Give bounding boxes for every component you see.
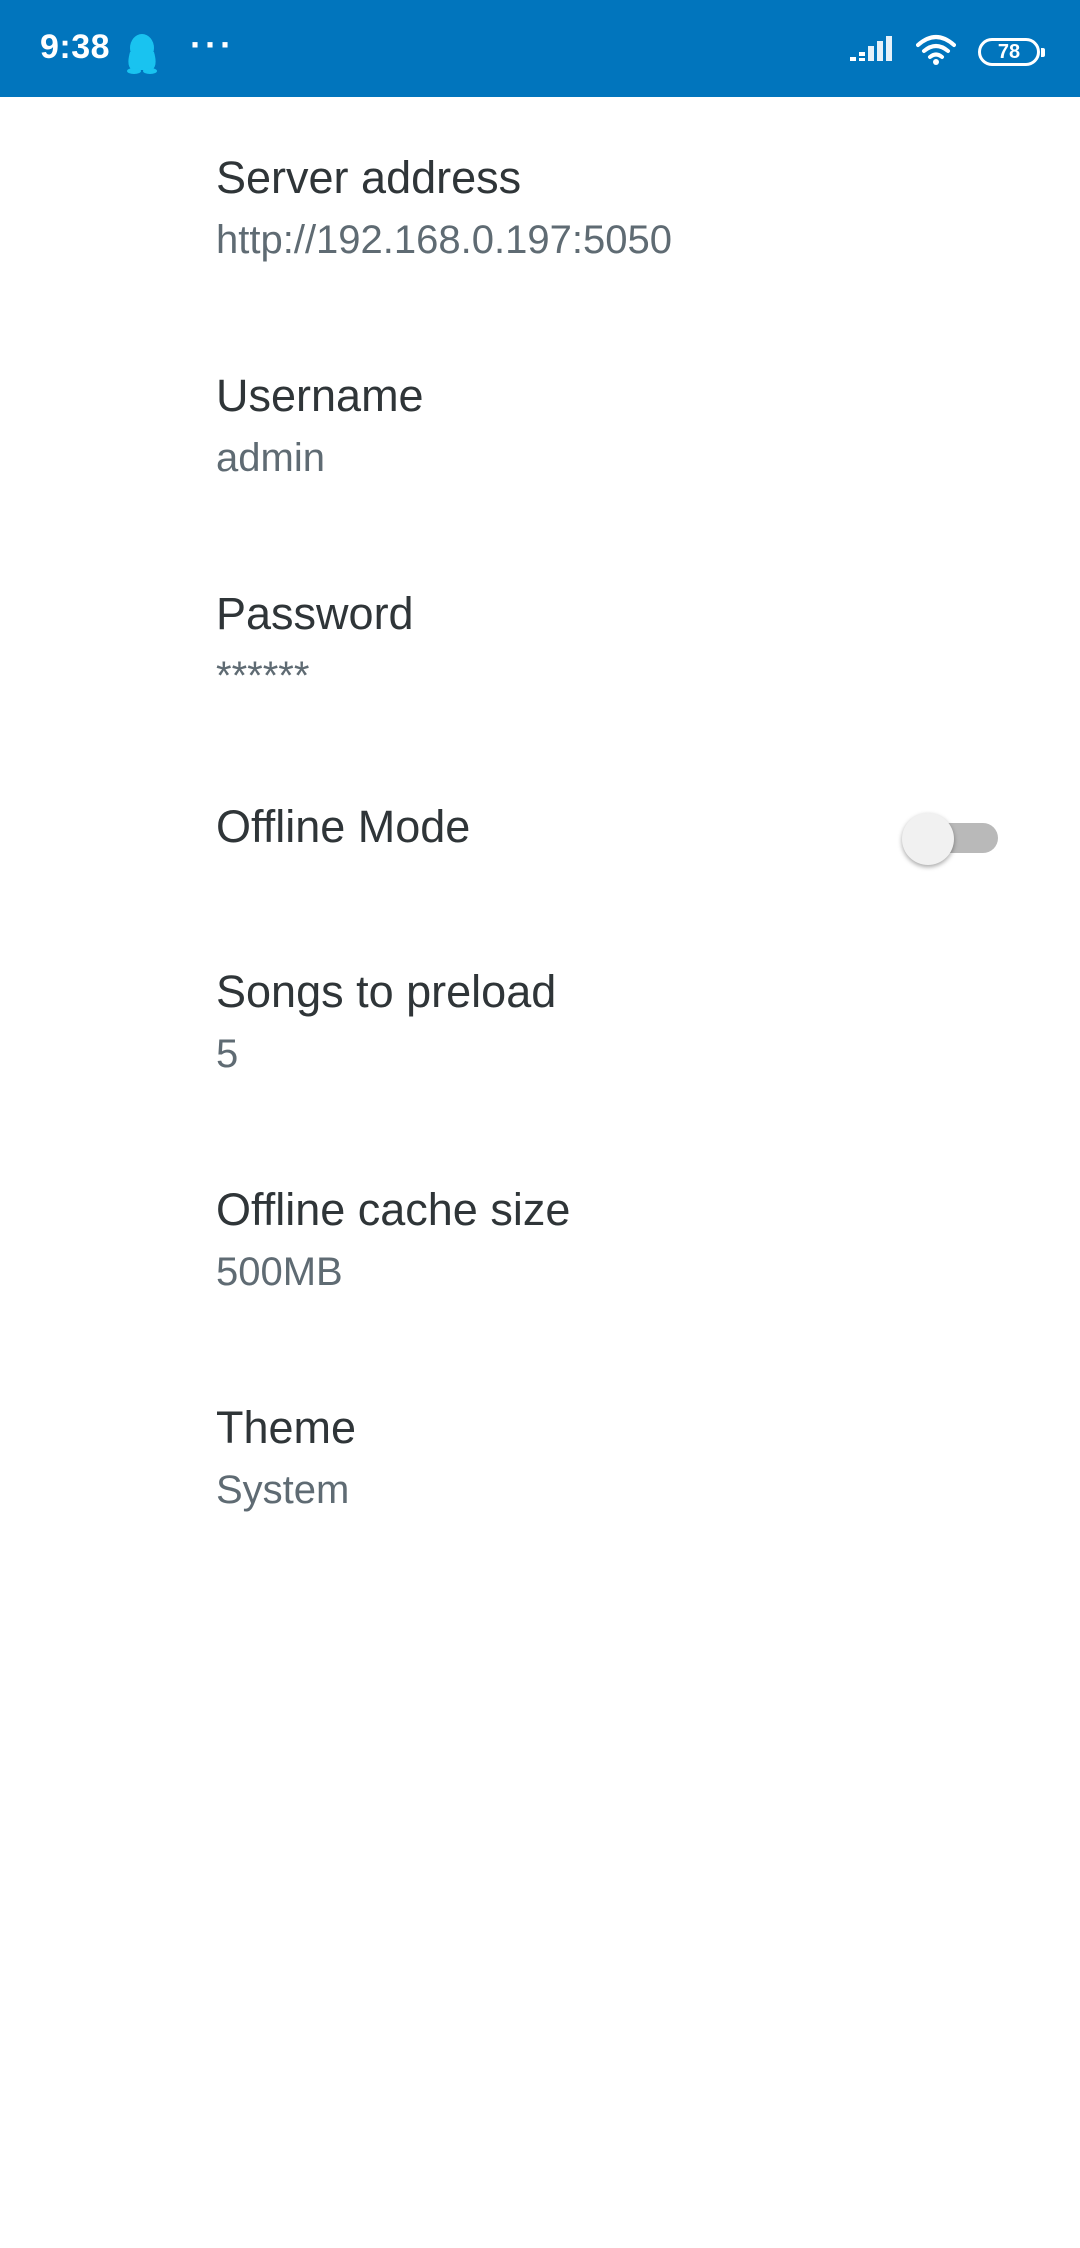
status-bar: 9:38 ··· 78 [0, 0, 1080, 97]
offline-cache-size-preference[interactable]: Offline cache size 500MB [0, 1129, 1080, 1347]
pref-title: Theme [216, 1402, 357, 1453]
status-indicators: 78 [850, 32, 1045, 72]
battery-icon: 78 [978, 38, 1045, 66]
pref-title: Password [216, 588, 414, 639]
pref-summary: 500MB [216, 1250, 343, 1294]
offline-mode-preference[interactable]: Offline Mode [0, 751, 1080, 911]
pref-title: Server address [216, 152, 522, 203]
offline-mode-toggle[interactable] [902, 807, 998, 867]
pref-title: Offline Mode [216, 801, 471, 852]
username-preference[interactable]: Username admin [0, 315, 1080, 533]
theme-preference[interactable]: Theme System [0, 1347, 1080, 1565]
pref-summary: ****** [216, 654, 310, 698]
signal-icon [850, 35, 894, 70]
songs-to-preload-preference[interactable]: Songs to preload 5 [0, 911, 1080, 1129]
server-address-preference[interactable]: Server address http://192.168.0.197:5050 [0, 97, 1080, 315]
pref-summary: http://192.168.0.197:5050 [216, 218, 672, 262]
pref-summary: System [216, 1468, 350, 1512]
pref-title: Offline cache size [216, 1184, 571, 1235]
status-time: 9:38 [40, 28, 111, 66]
qq-penguin-icon [124, 32, 160, 74]
settings-list: Server address http://192.168.0.197:5050… [0, 97, 1080, 1565]
password-preference[interactable]: Password ****** [0, 533, 1080, 751]
pref-summary: 5 [216, 1032, 239, 1076]
toggle-thumb [902, 813, 954, 865]
battery-level: 78 [997, 40, 1021, 63]
pref-summary: admin [216, 436, 325, 480]
more-notifications-icon: ··· [190, 24, 235, 65]
wifi-icon [916, 34, 956, 71]
pref-title: Songs to preload [216, 966, 557, 1017]
pref-title: Username [216, 370, 424, 421]
